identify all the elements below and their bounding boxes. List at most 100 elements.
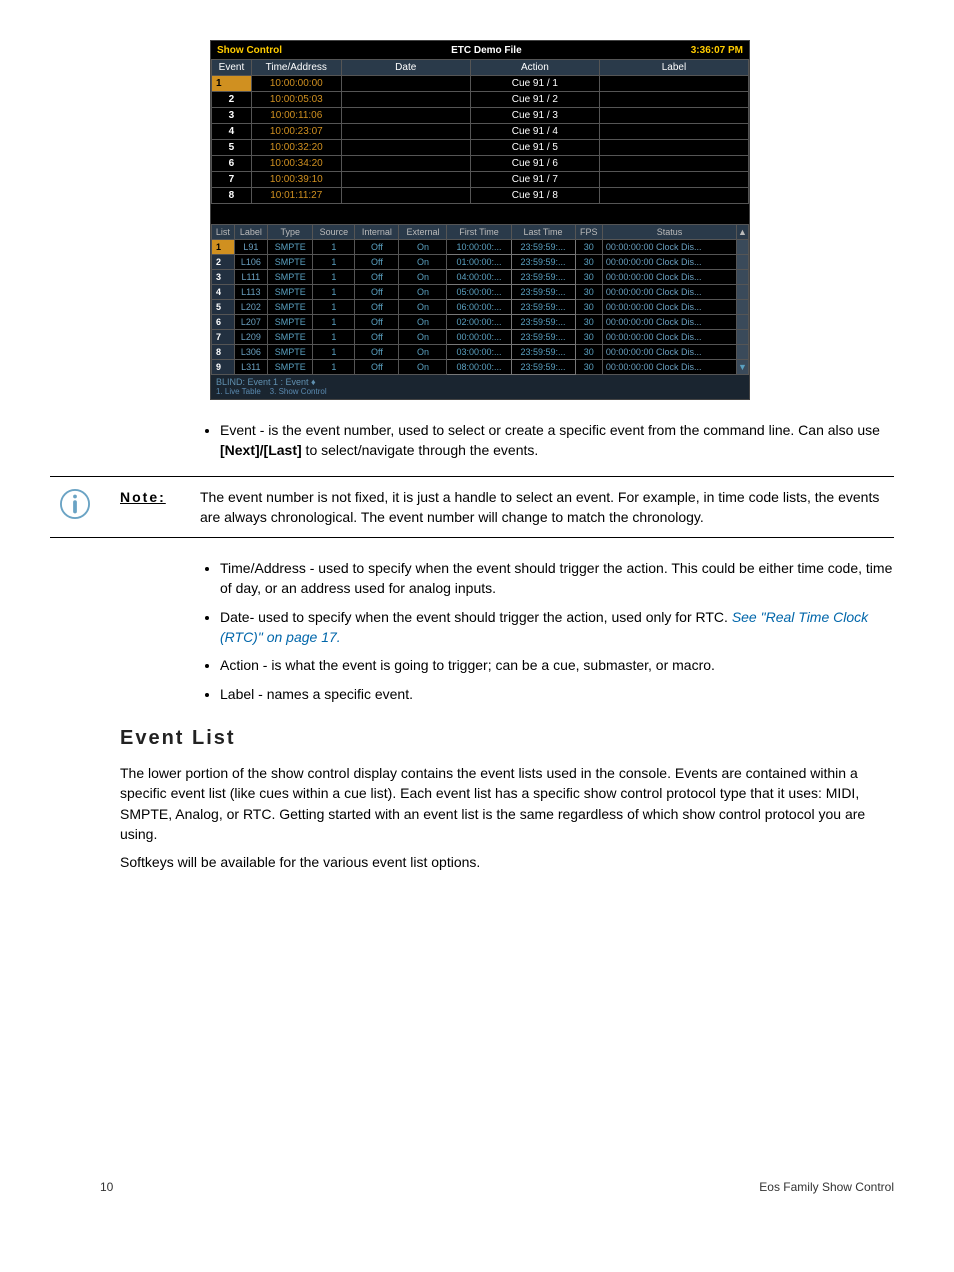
list-fps-cell[interactable]: 30 [575, 330, 602, 345]
list-status-cell[interactable]: 00:00:00:00 Clock Dis... [602, 330, 736, 345]
event-date-cell[interactable] [341, 76, 470, 92]
list-external-cell[interactable]: On [399, 315, 447, 330]
events-row[interactable]: 710:00:39:10 Cue 91 / 7 [212, 172, 749, 188]
list-row[interactable]: 8L306SMPTE1OffOn03:00:00:...23:59:59:...… [212, 345, 749, 360]
list-type-cell[interactable]: SMPTE [268, 315, 313, 330]
scrollbar-track[interactable] [737, 315, 749, 330]
list-internal-cell[interactable]: Off [355, 300, 399, 315]
list-source-cell[interactable]: 1 [313, 300, 355, 315]
list-type-cell[interactable]: SMPTE [268, 330, 313, 345]
event-time-cell[interactable]: 10:01:11:27 [251, 188, 341, 204]
event-time-cell[interactable]: 10:00:39:10 [251, 172, 341, 188]
event-time-cell[interactable]: 10:00:34:20 [251, 156, 341, 172]
event-time-cell[interactable]: 10:00:05:03 [251, 92, 341, 108]
list-internal-cell[interactable]: Off [355, 240, 399, 255]
list-type-cell[interactable]: SMPTE [268, 270, 313, 285]
list-row[interactable]: 5L202SMPTE1OffOn06:00:00:...23:59:59:...… [212, 300, 749, 315]
list-type-cell[interactable]: SMPTE [268, 255, 313, 270]
list-source-cell[interactable]: 1 [313, 270, 355, 285]
list-type-cell[interactable]: SMPTE [268, 240, 313, 255]
list-source-cell[interactable]: 1 [313, 285, 355, 300]
list-first-time-cell[interactable]: 05:00:00:... [447, 285, 511, 300]
list-label-cell[interactable]: L111 [234, 270, 267, 285]
list-first-time-cell[interactable]: 01:00:00:... [447, 255, 511, 270]
list-first-time-cell[interactable]: 02:00:00:... [447, 315, 511, 330]
list-external-cell[interactable]: On [399, 255, 447, 270]
scrollbar-track[interactable] [737, 270, 749, 285]
event-number-cell[interactable]: 2 [212, 92, 252, 108]
event-action-cell[interactable]: Cue 91 / 4 [470, 124, 599, 140]
event-label-cell[interactable] [599, 140, 748, 156]
event-number-cell[interactable]: 3 [212, 108, 252, 124]
scroll-up-icon[interactable]: ▲ [737, 225, 749, 240]
event-date-cell[interactable] [341, 188, 470, 204]
list-status-cell[interactable]: 00:00:00:00 Clock Dis... [602, 345, 736, 360]
list-number-cell[interactable]: 6 [212, 315, 235, 330]
event-action-cell[interactable]: Cue 91 / 7 [470, 172, 599, 188]
event-date-cell[interactable] [341, 172, 470, 188]
list-internal-cell[interactable]: Off [355, 360, 399, 375]
events-row[interactable]: 110:00:00:00Cue 91 / 1 [212, 76, 749, 92]
event-number-cell[interactable]: 4 [212, 124, 252, 140]
event-action-cell[interactable]: Cue 91 / 6 [470, 156, 599, 172]
event-date-cell[interactable] [341, 140, 470, 156]
list-first-time-cell[interactable]: 08:00:00:... [447, 360, 511, 375]
list-internal-cell[interactable]: Off [355, 270, 399, 285]
list-internal-cell[interactable]: Off [355, 345, 399, 360]
list-last-time-cell[interactable]: 23:59:59:... [511, 270, 575, 285]
list-label-cell[interactable]: L209 [234, 330, 267, 345]
list-status-cell[interactable]: 00:00:00:00 Clock Dis... [602, 240, 736, 255]
event-date-cell[interactable] [341, 156, 470, 172]
list-label-cell[interactable]: L207 [234, 315, 267, 330]
list-label-cell[interactable]: L113 [234, 285, 267, 300]
list-source-cell[interactable]: 1 [313, 330, 355, 345]
list-fps-cell[interactable]: 30 [575, 360, 602, 375]
events-row[interactable]: 810:01:11:27Cue 91 / 8 [212, 188, 749, 204]
list-status-cell[interactable]: 00:00:00:00 Clock Dis... [602, 315, 736, 330]
list-row[interactable]: 9L311SMPTE1OffOn08:00:00:...23:59:59:...… [212, 360, 749, 375]
list-status-cell[interactable]: 00:00:00:00 Clock Dis... [602, 285, 736, 300]
event-number-cell[interactable]: 1 [212, 76, 252, 92]
list-fps-cell[interactable]: 30 [575, 285, 602, 300]
list-number-cell[interactable]: 2 [212, 255, 235, 270]
list-last-time-cell[interactable]: 23:59:59:... [511, 330, 575, 345]
events-row[interactable]: 310:00:11:06 Cue 91 / 3 [212, 108, 749, 124]
list-number-cell[interactable]: 8 [212, 345, 235, 360]
event-action-cell[interactable]: Cue 91 / 3 [470, 108, 599, 124]
events-row[interactable]: 510:00:32:20Cue 91 / 5 [212, 140, 749, 156]
event-label-cell[interactable] [599, 124, 748, 140]
list-first-time-cell[interactable]: 00:00:00:... [447, 330, 511, 345]
list-row[interactable]: 2L106SMPTE1OffOn01:00:00:...23:59:59:...… [212, 255, 749, 270]
event-number-cell[interactable]: 6 [212, 156, 252, 172]
list-label-cell[interactable]: L202 [234, 300, 267, 315]
list-external-cell[interactable]: On [399, 345, 447, 360]
list-source-cell[interactable]: 1 [313, 255, 355, 270]
list-source-cell[interactable]: 1 [313, 240, 355, 255]
event-label-cell[interactable] [599, 92, 748, 108]
list-number-cell[interactable]: 5 [212, 300, 235, 315]
event-number-cell[interactable]: 7 [212, 172, 252, 188]
list-internal-cell[interactable]: Off [355, 255, 399, 270]
list-internal-cell[interactable]: Off [355, 330, 399, 345]
list-external-cell[interactable]: On [399, 300, 447, 315]
scrollbar-track[interactable] [737, 240, 749, 255]
scrollbar-track[interactable] [737, 255, 749, 270]
list-last-time-cell[interactable]: 23:59:59:... [511, 240, 575, 255]
scrollbar-track[interactable] [737, 285, 749, 300]
list-first-time-cell[interactable]: 06:00:00:... [447, 300, 511, 315]
list-source-cell[interactable]: 1 [313, 360, 355, 375]
events-row[interactable]: 410:00:23:07Cue 91 / 4 [212, 124, 749, 140]
list-row[interactable]: 3L111SMPTE1OffOn04:00:00:...23:59:59:...… [212, 270, 749, 285]
list-external-cell[interactable]: On [399, 270, 447, 285]
event-action-cell[interactable]: Cue 91 / 8 [470, 188, 599, 204]
scrollbar-track[interactable] [737, 300, 749, 315]
event-date-cell[interactable] [341, 124, 470, 140]
list-source-cell[interactable]: 1 [313, 315, 355, 330]
event-time-cell[interactable]: 10:00:11:06 [251, 108, 341, 124]
list-fps-cell[interactable]: 30 [575, 240, 602, 255]
event-label-cell[interactable] [599, 108, 748, 124]
list-internal-cell[interactable]: Off [355, 285, 399, 300]
list-status-cell[interactable]: 00:00:00:00 Clock Dis... [602, 360, 736, 375]
list-external-cell[interactable]: On [399, 240, 447, 255]
list-last-time-cell[interactable]: 23:59:59:... [511, 360, 575, 375]
